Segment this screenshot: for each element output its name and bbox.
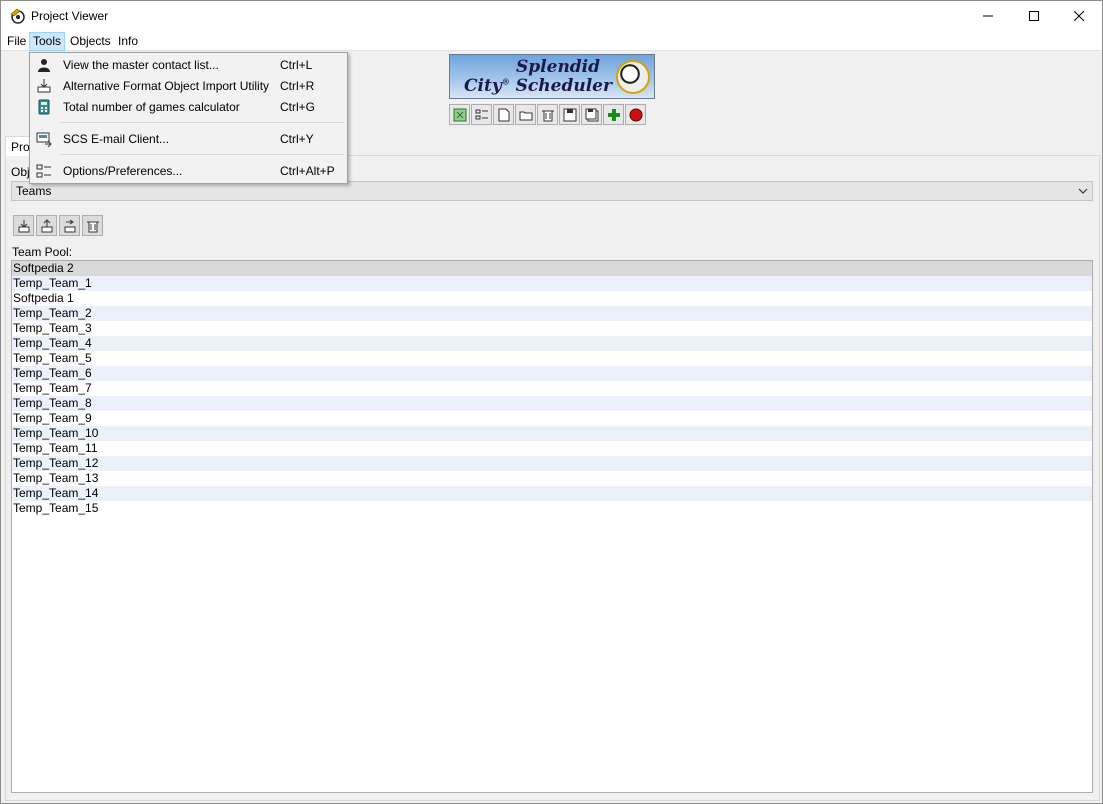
maximize-icon [1029,11,1039,21]
stop-button[interactable] [625,104,646,125]
folder-icon [519,111,532,120]
object-type-value: Teams [16,184,52,198]
list-icon [475,109,488,119]
list-item[interactable]: Temp_Team_6 [12,366,1092,381]
maximize-button[interactable] [1011,1,1057,31]
list-item[interactable]: Temp_Team_8 [12,396,1092,411]
app-logo-icon [10,8,25,24]
new-document-button[interactable] [493,104,514,125]
list-item[interactable]: Temp_Team_5 [12,351,1092,366]
main-toolbar [449,104,646,126]
minimize-button[interactable] [965,1,1011,31]
app-window: Project Viewer File Tools Objects Info S… [0,0,1103,804]
import-team-button[interactable] [13,215,34,236]
list-item[interactable]: Temp_Team_3 [12,321,1092,336]
list-item[interactable]: Temp_Team_4 [12,336,1092,351]
open-folder-button[interactable] [515,104,536,125]
trash-icon [86,221,99,232]
list-item[interactable]: Softpedia 1 [12,291,1092,306]
save-button[interactable] [559,104,580,125]
menu-separator [60,154,344,155]
schedule-icon [453,108,466,121]
email-icon [36,132,52,147]
list-item[interactable]: Temp_Team_9 [12,411,1092,426]
list-button[interactable] [471,104,492,125]
stop-record-icon [629,108,642,121]
team-pool-list[interactable]: Softpedia 2 Temp_Team_1 Softpedia 1 Temp… [11,260,1093,793]
options-icon [36,164,51,178]
team-pool-label: Team Pool: [12,245,73,259]
team-actions [13,215,103,236]
title-bar: Project Viewer [1,1,1102,31]
menu-item-master-contact-list[interactable]: View the master contact list... Ctrl+L [30,54,347,75]
close-icon [1074,11,1084,21]
plus-icon [607,108,620,121]
trash-icon [541,110,554,121]
list-item[interactable]: Temp_Team_14 [12,486,1092,501]
menu-item-games-calculator[interactable]: Total number of games calculator Ctrl+G [30,96,347,117]
list-item[interactable]: Temp_Team_13 [12,471,1092,486]
menu-bar: File Tools Objects Info [1,31,1102,51]
window-title: Project Viewer [31,9,109,23]
list-item[interactable]: Temp_Team_12 [12,456,1092,471]
menu-objects[interactable]: Objects [66,32,115,51]
export-icon [41,218,52,232]
chevron-down-icon [1078,188,1088,194]
splendid-city-scheduler-logo: Splendid City® Scheduler [449,54,655,99]
list-item[interactable]: Temp_Team_10 [12,426,1092,441]
list-item[interactable]: Temp_Team_1 [12,276,1092,291]
import-icon [37,79,51,93]
menu-item-format-import-utility[interactable]: Alternative Format Object Import Utility… [30,75,347,96]
objects-label: Obj [11,165,30,179]
add-button[interactable] [603,104,624,125]
minimize-icon [983,15,993,17]
menu-item-email-client[interactable]: SCS E-mail Client... Ctrl+Y [30,128,347,149]
delete-button[interactable] [537,104,558,125]
menu-info[interactable]: Info [114,32,142,51]
save-all-button[interactable] [581,104,602,125]
import-icon [18,219,29,232]
list-item[interactable]: Temp_Team_15 [12,501,1092,516]
contact-person-icon [38,59,50,72]
tools-dropdown-menu: View the master contact list... Ctrl+L A… [29,52,348,184]
delete-team-button[interactable] [82,215,103,236]
close-button[interactable] [1056,1,1102,31]
list-item[interactable]: Temp_Team_7 [12,381,1092,396]
list-item[interactable]: Temp_Team_2 [12,306,1092,321]
soccer-ball-icon [616,60,650,94]
list-item[interactable]: Temp_Team_11 [12,441,1092,456]
export-team-button[interactable] [36,215,57,236]
save-icon [563,108,576,121]
move-team-button[interactable] [59,215,80,236]
save-all-icon [585,108,598,121]
calculator-icon [38,99,50,115]
menu-item-options-preferences[interactable]: Options/Preferences... Ctrl+Alt+P [30,160,347,181]
list-item[interactable]: Softpedia 2 [12,261,1092,276]
schedule-button[interactable] [449,104,470,125]
menu-tools[interactable]: Tools [29,32,66,51]
new-document-icon [498,108,509,121]
object-type-select[interactable]: Teams [11,181,1093,201]
move-icon [64,219,75,232]
menu-separator [60,122,344,123]
menu-file[interactable]: File [3,32,30,51]
logo-line2: City® Scheduler [464,76,612,96]
logo-line1: Splendid [516,57,601,77]
